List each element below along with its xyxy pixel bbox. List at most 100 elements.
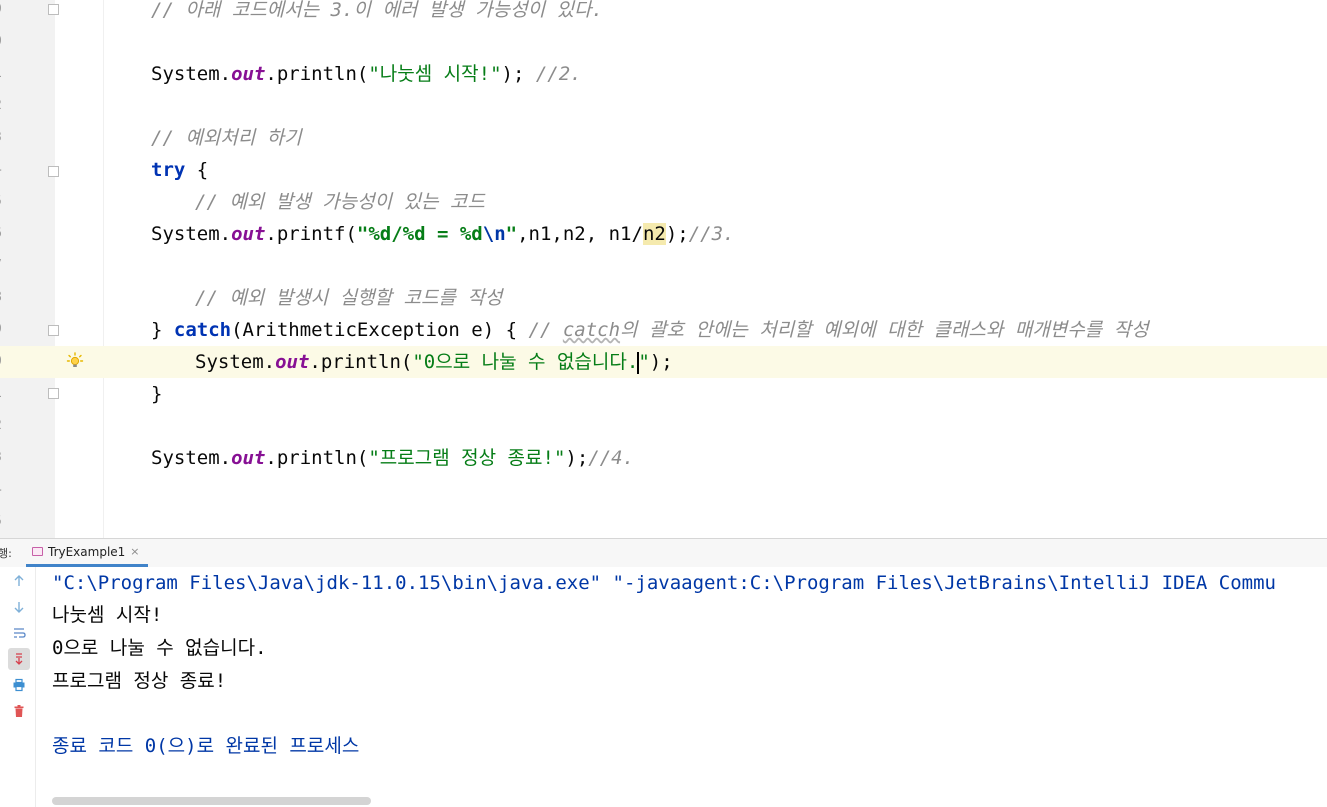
run-panel-header: 행: TryExample1 × [0, 538, 1327, 567]
code-token: ); [649, 351, 673, 373]
code-token: System. [151, 223, 232, 245]
code-line: 5 [0, 506, 1327, 538]
code-line: 2 [0, 90, 1327, 122]
field-token: out [231, 223, 266, 245]
comment-text: // 예외 발생 가능성이 있는 코드 [195, 191, 485, 213]
line-number: 9 [0, 0, 4, 26]
println-start-statement: System.out.println("나눗셈 시작!"); //2. [151, 58, 582, 90]
run-config-icon [32, 547, 43, 556]
typo-underlined-word[interactable]: catch [563, 319, 620, 341]
fold-marker-icon[interactable] [48, 388, 59, 399]
code-line: 2 [0, 410, 1327, 442]
code-line: 3 System.out.println("프로그램 정상 종료!");//4. [0, 442, 1327, 474]
string-literal: " [505, 223, 518, 245]
code-line: 7 [0, 250, 1327, 282]
tab-label: TryExample1 [48, 544, 126, 559]
code-token: } [151, 383, 163, 405]
console-command-line: "C:\Program Files\Java\jdk-11.0.15\bin\j… [52, 572, 1276, 594]
run-toolbar [0, 567, 36, 807]
line-number: 4 [0, 474, 4, 506]
code-line: 9 // 아래 코드에서는 3.이 에러 발생 가능성이 있다. [0, 0, 1327, 26]
field-token: out [231, 447, 266, 469]
fold-marker-icon[interactable] [48, 4, 59, 15]
code-line: 8 // 예외 발생시 실행할 코드를 작성 [0, 282, 1327, 314]
close-brace: } [151, 378, 162, 410]
field-token: out [231, 63, 266, 85]
arrow-down-icon[interactable] [8, 596, 30, 618]
line-number: 1 [0, 58, 4, 90]
line-number: 6 [0, 218, 4, 250]
comment-text: // [528, 319, 563, 341]
code-token: ,n1,n2, n1/ [517, 223, 643, 245]
line-number: 8 [0, 282, 4, 314]
comment-text: // 예외 발생시 실행할 코드를 작성 [195, 287, 503, 309]
scroll-to-end-icon[interactable] [8, 648, 30, 670]
current-code-line: 0 System.out.println("0으로 나눌 수 없습니다."); [0, 346, 1327, 378]
code-line: 4 try { [0, 154, 1327, 186]
string-literal: " [638, 351, 650, 373]
console-output-line: 나눗셈 시작! [52, 604, 163, 626]
line-number: 5 [0, 506, 4, 538]
comment-text: // 아래 코드에서는 3.이 에러 발생 가능성이 있다. [151, 0, 603, 21]
string-literal: "나눗셈 시작!" [368, 63, 502, 85]
escape-sequence: \n [482, 223, 506, 245]
println-zero-statement: System.out.println("0으로 나눌 수 없습니다."); [195, 346, 673, 378]
fold-marker-icon[interactable] [48, 325, 59, 336]
line-number: 5 [0, 186, 4, 218]
code-token: .println( [265, 447, 369, 469]
code-line: 6 System.out.printf("%d/%d = %d\n",n1,n2… [0, 218, 1327, 250]
print-icon[interactable] [8, 674, 30, 696]
code-token: System. [151, 63, 232, 85]
code-token: .println( [309, 351, 413, 373]
fold-marker-icon[interactable] [48, 166, 59, 177]
comment-text: //4. [588, 447, 635, 469]
code-token: System. [151, 447, 232, 469]
lightbulb-icon[interactable] [66, 352, 84, 370]
code-line: 3 // 예외처리 하기 [0, 122, 1327, 154]
horizontal-scrollbar[interactable] [52, 797, 371, 805]
run-panel-label: 행: [0, 547, 12, 560]
code-token: ); [665, 223, 689, 245]
comment-on-error: // 예외 발생시 실행할 코드를 작성 [195, 282, 502, 314]
code-token: (ArithmeticException e) { [231, 319, 529, 341]
code-line: 5 // 예외 발생 가능성이 있는 코드 [0, 186, 1327, 218]
arrow-up-icon[interactable] [8, 570, 30, 592]
code-line: 1 System.out.println("나눗셈 시작!"); //2. [0, 58, 1327, 90]
comment-text: //3. [688, 223, 735, 245]
trash-icon[interactable] [8, 700, 30, 722]
code-line: 4 [0, 474, 1327, 506]
highlighted-identifier: n2 [642, 223, 666, 245]
tab-tryexample1[interactable]: TryExample1 × [26, 539, 148, 567]
line-number: 3 [0, 442, 4, 474]
code-token: .printf( [265, 223, 357, 245]
comment-text: // 예외처리 하기 [151, 127, 302, 149]
line-number: 3 [0, 122, 4, 154]
keyword-token: try [151, 159, 186, 181]
line-number: 9 [0, 314, 4, 346]
comment-text: //2. [535, 63, 582, 85]
code-token: ); [565, 447, 589, 469]
close-icon[interactable]: × [130, 545, 139, 558]
field-token: out [275, 351, 310, 373]
comment-handling: // 예외처리 하기 [151, 122, 302, 154]
comment-top: // 아래 코드에서는 3.이 에러 발생 가능성이 있다. [151, 0, 603, 26]
code-line: 1 } [0, 378, 1327, 410]
try-statement: try { [151, 154, 208, 186]
string-literal: "프로그램 정상 종료!" [368, 447, 566, 469]
line-number: 4 [0, 154, 4, 186]
console-output-line: 0으로 나눌 수 없습니다. [52, 637, 267, 659]
line-number: 0 [0, 346, 4, 378]
code-editor[interactable]: 9 // 아래 코드에서는 3.이 에러 발생 가능성이 있다. 0 1 Sys… [0, 0, 1327, 538]
keyword-token: catch [173, 319, 232, 341]
code-token: .println( [265, 63, 369, 85]
string-literal: "%d/%d = %d [356, 223, 483, 245]
comment-possible: // 예외 발생 가능성이 있는 코드 [195, 186, 485, 218]
line-number: 1 [0, 378, 4, 410]
line-number: 7 [0, 250, 4, 282]
line-number: 2 [0, 90, 4, 122]
code-token: System. [195, 351, 276, 373]
line-number: 0 [0, 26, 4, 58]
console-output[interactable]: "C:\Program Files\Java\jdk-11.0.15\bin\j… [36, 567, 1327, 807]
code-line: 9 } catch(ArithmeticException e) { // ca… [0, 314, 1327, 346]
soft-wrap-icon[interactable] [8, 622, 30, 644]
